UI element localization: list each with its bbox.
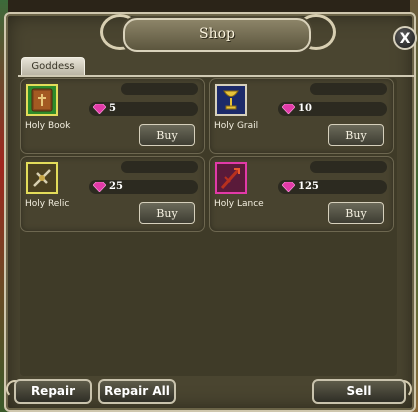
item-grid: Holy Book 5 Buy Holy Grail 10 Buy Holy R…: [20, 78, 397, 376]
repair-all-button[interactable]: Repair All: [98, 379, 176, 404]
item-slot-bar: [121, 83, 198, 95]
item-price: 125: [298, 181, 319, 192]
item-price: 10: [298, 103, 312, 114]
price-bar: 5: [89, 102, 198, 116]
price-bar: 125: [278, 180, 387, 194]
item-price: 5: [109, 103, 116, 114]
item-name: Holy Lance: [214, 199, 264, 209]
item-slot-bar: [310, 83, 387, 95]
item-name: Holy Book: [25, 121, 71, 131]
repair-button[interactable]: Repair: [14, 379, 92, 404]
pink-gem-icon: [282, 104, 295, 114]
price-bar: 10: [278, 102, 387, 116]
holy-grail-icon[interactable]: [215, 84, 247, 116]
shop-item-holy-grail: Holy Grail 10 Buy: [209, 78, 394, 154]
item-price: 25: [109, 181, 123, 192]
pink-gem-icon: [93, 104, 106, 114]
shop-item-holy-relic: Holy Relic 25 Buy: [20, 156, 205, 232]
shop-window: Shop X Goddess Holy Book 5 Buy Holy Grai…: [4, 12, 417, 412]
tab-divider: [18, 75, 414, 77]
pink-gem-icon: [282, 182, 295, 192]
buy-button[interactable]: Buy: [328, 124, 384, 146]
pink-gem-icon: [93, 182, 106, 192]
buy-button[interactable]: Buy: [328, 202, 384, 224]
item-name: Holy Grail: [214, 121, 259, 131]
close-button[interactable]: X: [393, 26, 417, 50]
holy-book-icon[interactable]: [26, 84, 58, 116]
item-name: Holy Relic: [25, 199, 70, 209]
price-bar: 25: [89, 180, 198, 194]
item-slot-bar: [121, 161, 198, 173]
holy-relic-icon[interactable]: [26, 162, 58, 194]
item-slot-bar: [310, 161, 387, 173]
shop-item-holy-lance: Holy Lance 125 Buy: [209, 156, 394, 232]
buy-button[interactable]: Buy: [139, 202, 195, 224]
tab-goddess[interactable]: Goddess: [21, 57, 85, 76]
sell-button[interactable]: Sell: [312, 379, 406, 404]
window-title: Shop: [199, 26, 235, 42]
holy-lance-icon[interactable]: [215, 162, 247, 194]
buy-button[interactable]: Buy: [139, 124, 195, 146]
title-plate: Shop: [123, 18, 311, 52]
shop-item-holy-book: Holy Book 5 Buy: [20, 78, 205, 154]
